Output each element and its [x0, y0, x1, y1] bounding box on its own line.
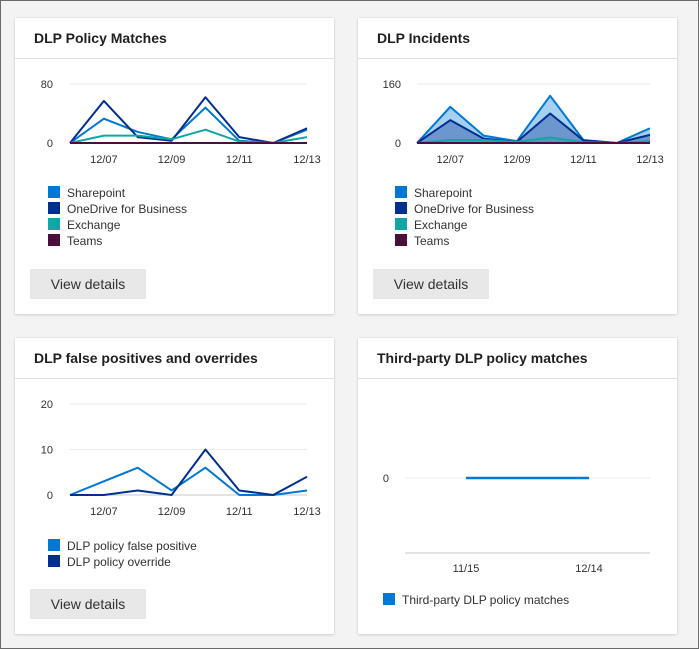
series-line [69, 106, 308, 144]
x-tick-label: 12/07 [437, 154, 465, 166]
third-party-dlp-card: Third-party DLP policy matches 0 11/15 12/… [358, 338, 677, 634]
legend-swatch [48, 555, 60, 567]
legend-label: Exchange [67, 218, 121, 232]
x-tick-label: 12/09 [158, 506, 186, 518]
dlp-policy-matches-chart: 0 80 12/07 12/09 12/11 12/13 [41, 79, 321, 166]
view-details-button[interactable]: View details [30, 589, 146, 619]
legend-item[interactable]: Third-party DLP policy matches [383, 592, 569, 608]
legend-item[interactable]: Teams [48, 233, 187, 249]
series-line [69, 128, 308, 144]
legend-item[interactable]: Teams [395, 233, 534, 249]
legend-label: Teams [67, 234, 103, 248]
legend-label: OneDrive for Business [414, 202, 535, 216]
y-tick-label: 0 [383, 473, 389, 485]
legend-swatch [395, 186, 407, 198]
legend-item[interactable]: Sharepoint [395, 185, 534, 201]
x-tick-label: 12/11 [226, 154, 253, 166]
x-tick-label: 12/07 [90, 154, 118, 166]
chart-legend: Sharepoint OneDrive for Business Exchange T… [395, 185, 534, 249]
x-tick-label: 12/13 [636, 154, 664, 166]
legend-label: Third-party DLP policy matches [402, 593, 570, 607]
x-tick-label: 12/09 [503, 154, 531, 166]
legend-item[interactable]: OneDrive for Business [48, 201, 187, 217]
chart-legend: Sharepoint OneDrive for Business Exchange T… [48, 185, 187, 249]
y-tick-label: 20 [41, 399, 53, 411]
y-tick-label: 0 [47, 490, 53, 502]
legend-item[interactable]: Sharepoint [48, 185, 187, 201]
y-tick-label: 0 [395, 138, 401, 150]
legend-swatch [383, 593, 395, 605]
chart-legend: DLP policy false positive DLP policy over… [48, 538, 197, 570]
view-details-button[interactable]: View details [373, 269, 489, 299]
legend-item[interactable]: Exchange [48, 217, 187, 233]
y-tick-label: 10 [41, 445, 53, 457]
x-tick-label: 12/11 [570, 154, 597, 166]
legend-label: Teams [414, 234, 450, 248]
dlp-false-positives-card: DLP false positives and overrides 0 10 20 1… [15, 338, 334, 634]
legend-label: Exchange [414, 218, 468, 232]
legend-label: Sharepoint [414, 186, 473, 200]
x-tick-label: 11/15 [453, 563, 480, 575]
legend-swatch [48, 186, 60, 198]
dlp-incidents-card: DLP Incidents 0 160 12/07 12/09 12/11 12/13 S… [358, 18, 677, 314]
legend-item[interactable]: DLP policy false positive [48, 538, 197, 554]
x-tick-label: 12/13 [293, 506, 321, 518]
view-details-button[interactable]: View details [30, 269, 146, 299]
y-tick-label: 160 [383, 79, 401, 91]
legend-swatch [395, 218, 407, 230]
dlp-policy-matches-card: DLP Policy Matches 0 80 12/07 12/09 12/11 12/… [15, 18, 334, 314]
x-tick-label: 12/09 [158, 154, 186, 166]
series-line [70, 448, 308, 496]
legend-label: OneDrive for Business [67, 202, 188, 216]
x-tick-label: 12/07 [90, 506, 118, 518]
legend-item[interactable]: OneDrive for Business [395, 201, 534, 217]
legend-swatch [48, 218, 60, 230]
legend-swatch [48, 202, 60, 214]
dlp-incidents-chart: 0 160 12/07 12/09 12/11 12/13 [383, 79, 664, 166]
legend-swatch [48, 539, 60, 551]
legend-swatch [395, 202, 407, 214]
legend-label: Sharepoint [67, 186, 126, 200]
legend-label: DLP policy override [67, 555, 171, 569]
legend-item[interactable]: Exchange [395, 217, 534, 233]
chart-legend: Third-party DLP policy matches [383, 592, 569, 608]
x-tick-label: 12/14 [575, 563, 603, 575]
legend-swatch [48, 234, 60, 246]
legend-item[interactable]: DLP policy override [48, 554, 197, 570]
legend-label: DLP policy false positive [67, 539, 197, 553]
legend-swatch [395, 234, 407, 246]
y-tick-label: 0 [47, 138, 53, 150]
dlp-false-positives-chart: 0 10 20 12/07 12/09 12/11 12/13 [41, 399, 321, 518]
x-tick-label: 12/11 [226, 506, 253, 518]
third-party-dlp-chart: 0 11/15 12/14 [383, 473, 650, 575]
y-tick-label: 80 [41, 79, 53, 91]
x-tick-label: 12/13 [293, 154, 321, 166]
